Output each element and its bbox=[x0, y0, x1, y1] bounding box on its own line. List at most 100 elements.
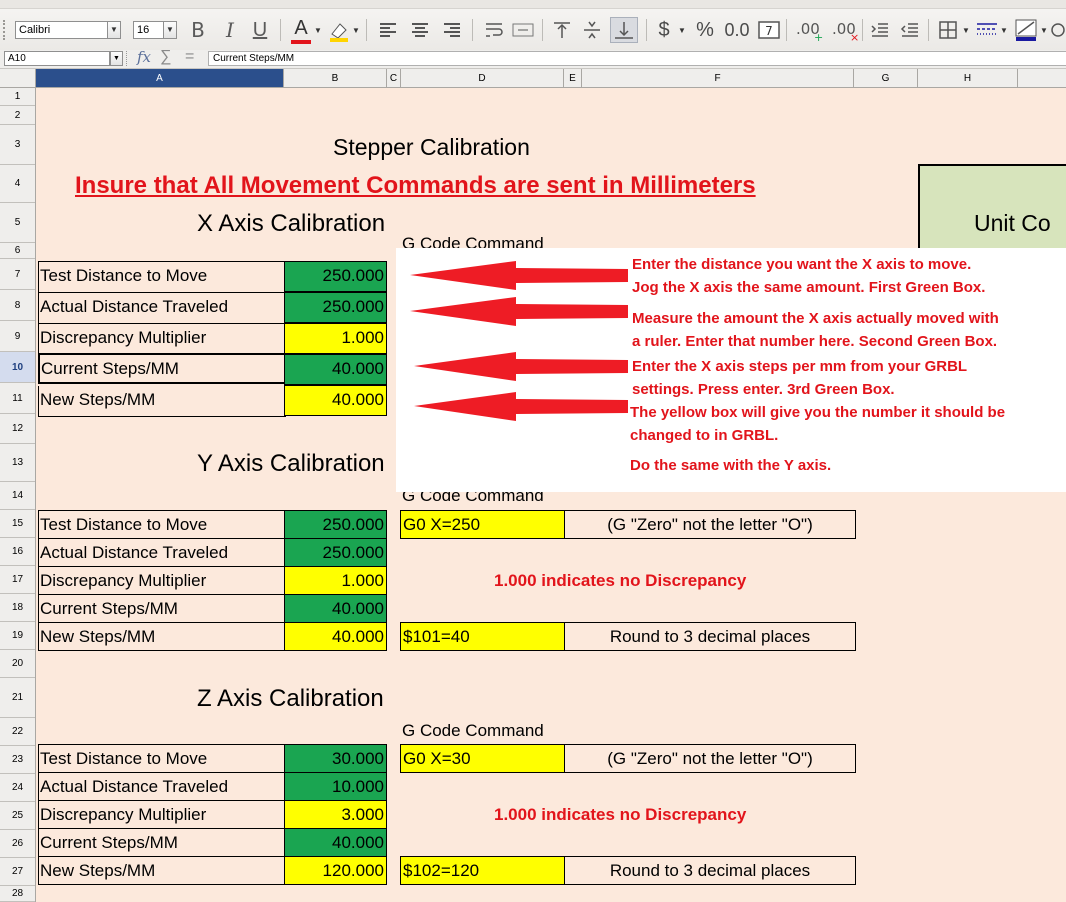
column-header-a[interactable]: A bbox=[36, 69, 284, 87]
x-test-distance-input[interactable]: 250.000 bbox=[284, 261, 387, 292]
y-new-steps-value[interactable]: 40.000 bbox=[284, 622, 387, 651]
column-header-e[interactable]: E bbox=[564, 69, 582, 87]
row-header[interactable]: 22 bbox=[0, 718, 35, 746]
z-label-current-steps[interactable]: Current Steps/MM bbox=[38, 829, 286, 857]
row-header[interactable]: 7 bbox=[0, 259, 35, 290]
outdent-icon[interactable] bbox=[900, 20, 920, 45]
instruction-callout-image[interactable]: Enter the distance you want the X axis t… bbox=[396, 248, 1066, 492]
align-bottom-icon[interactable] bbox=[610, 17, 638, 43]
row-header[interactable]: 26 bbox=[0, 830, 35, 858]
row-header[interactable]: 13 bbox=[0, 444, 35, 482]
highlight-dropdown-icon[interactable]: ▼ bbox=[352, 26, 360, 35]
x-new-steps-value[interactable]: 40.000 bbox=[284, 385, 387, 416]
align-top-icon[interactable] bbox=[552, 20, 572, 45]
z-test-distance-input[interactable]: 30.000 bbox=[284, 744, 387, 773]
border-color-dropdown-icon[interactable]: ▼ bbox=[1040, 26, 1048, 35]
font-color-dropdown-icon[interactable]: ▼ bbox=[314, 26, 322, 35]
z-new-steps-value[interactable]: 120.000 bbox=[284, 856, 387, 885]
row-header[interactable]: 17 bbox=[0, 566, 35, 594]
indent-icon[interactable] bbox=[870, 20, 890, 45]
y-label-actual-distance[interactable]: Actual Distance Traveled bbox=[38, 539, 286, 567]
x-current-steps-input[interactable]: 40.000 bbox=[284, 354, 387, 385]
formula-input[interactable]: Current Steps/MM bbox=[208, 51, 1066, 66]
align-right-icon[interactable] bbox=[442, 20, 462, 45]
y-current-steps-input[interactable]: 40.000 bbox=[284, 594, 387, 623]
column-header-b[interactable]: B bbox=[284, 69, 387, 87]
font-color-icon[interactable]: A bbox=[290, 16, 312, 40]
y-gcode-note[interactable]: (G "Zero" not the letter "O") bbox=[564, 510, 856, 539]
row-header[interactable]: 1 bbox=[0, 88, 35, 106]
percent-icon[interactable]: % bbox=[694, 18, 716, 42]
z-discrepancy-value[interactable]: 3.000 bbox=[284, 800, 387, 829]
date-icon[interactable]: 7 bbox=[758, 20, 780, 45]
y-actual-distance-input[interactable]: 250.000 bbox=[284, 538, 387, 567]
x-label-current-steps[interactable]: Current Steps/MM bbox=[38, 353, 286, 384]
borders-dropdown-icon[interactable]: ▼ bbox=[962, 26, 970, 35]
z-actual-distance-input[interactable]: 10.000 bbox=[284, 772, 387, 801]
border-style-icon[interactable] bbox=[976, 20, 998, 45]
bold-icon[interactable]: B bbox=[186, 18, 210, 42]
italic-icon[interactable]: I bbox=[218, 18, 242, 42]
font-name-dropdown-icon[interactable]: ▼ bbox=[107, 21, 121, 39]
sheet-grid[interactable]: Stepper Calibration Insure that All Move… bbox=[36, 88, 1066, 902]
row-header[interactable]: 12 bbox=[0, 414, 35, 444]
z-label-new-steps[interactable]: New Steps/MM bbox=[38, 857, 286, 885]
row-header[interactable]: 23 bbox=[0, 746, 35, 774]
name-box[interactable]: A10 bbox=[4, 51, 110, 66]
currency-dropdown-icon[interactable]: ▼ bbox=[678, 26, 686, 35]
borders-icon[interactable] bbox=[938, 20, 958, 45]
y-gcode-command[interactable]: G0 X=250 bbox=[400, 510, 565, 539]
z-label-discrepancy[interactable]: Discrepancy Multiplier bbox=[38, 801, 286, 829]
z-steps-command[interactable]: $102=120 bbox=[400, 856, 565, 885]
row-header[interactable]: 19 bbox=[0, 622, 35, 650]
column-header-d[interactable]: D bbox=[401, 69, 564, 87]
x-label-discrepancy[interactable]: Discrepancy Multiplier bbox=[38, 324, 286, 355]
row-header[interactable]: 21 bbox=[0, 678, 35, 718]
y-test-distance-input[interactable]: 250.000 bbox=[284, 510, 387, 539]
column-header-g[interactable]: G bbox=[854, 69, 918, 87]
align-center-icon[interactable] bbox=[410, 20, 430, 45]
font-name-combo[interactable]: Calibri bbox=[15, 21, 119, 39]
delete-decimal-icon[interactable]: .00 × bbox=[830, 18, 862, 47]
row-header[interactable]: 28 bbox=[0, 886, 35, 902]
highlight-icon[interactable] bbox=[328, 20, 350, 42]
z-current-steps-input[interactable]: 40.000 bbox=[284, 828, 387, 857]
z-gcode-command[interactable]: G0 X=30 bbox=[400, 744, 565, 773]
z-label-test-distance[interactable]: Test Distance to Move bbox=[38, 745, 286, 773]
x-actual-distance-input[interactable]: 250.000 bbox=[284, 292, 387, 323]
wrap-icon[interactable] bbox=[484, 20, 504, 45]
y-steps-command[interactable]: $101=40 bbox=[400, 622, 565, 651]
row-header[interactable]: 18 bbox=[0, 594, 35, 622]
row-header[interactable]: 27 bbox=[0, 858, 35, 886]
column-header-c[interactable]: C bbox=[387, 69, 401, 87]
toolbar-grip[interactable] bbox=[3, 20, 11, 40]
underline-icon[interactable]: U bbox=[248, 18, 272, 42]
row-header-selected[interactable]: 10 bbox=[0, 352, 35, 383]
row-header[interactable]: 4 bbox=[0, 165, 35, 203]
row-header[interactable]: 16 bbox=[0, 538, 35, 566]
row-header[interactable]: 20 bbox=[0, 650, 35, 678]
align-middle-icon[interactable] bbox=[582, 20, 602, 45]
z-label-actual-distance[interactable]: Actual Distance Traveled bbox=[38, 773, 286, 801]
name-box-dropdown-icon[interactable]: ▼ bbox=[110, 51, 123, 66]
select-all-corner[interactable] bbox=[0, 69, 36, 87]
row-header[interactable]: 9 bbox=[0, 321, 35, 352]
function-wizard-icon[interactable]: fx bbox=[137, 48, 151, 66]
x-label-new-steps[interactable]: New Steps/MM bbox=[38, 386, 286, 417]
number-format-icon[interactable]: 0.0 bbox=[722, 18, 752, 42]
row-header[interactable]: 11 bbox=[0, 383, 35, 414]
row-header[interactable]: 8 bbox=[0, 290, 35, 321]
row-header[interactable]: 25 bbox=[0, 802, 35, 830]
align-left-icon[interactable] bbox=[378, 20, 398, 45]
y-label-test-distance[interactable]: Test Distance to Move bbox=[38, 511, 286, 539]
font-size-dropdown-icon[interactable]: ▼ bbox=[163, 21, 177, 39]
z-gcode-note[interactable]: (G "Zero" not the letter "O") bbox=[564, 744, 856, 773]
row-header[interactable]: 3 bbox=[0, 125, 35, 165]
sum-icon[interactable]: ∑ bbox=[160, 48, 171, 66]
currency-icon[interactable]: $ bbox=[654, 18, 674, 42]
x-label-test-distance[interactable]: Test Distance to Move bbox=[38, 262, 286, 293]
row-header[interactable]: 14 bbox=[0, 482, 35, 510]
y-label-current-steps[interactable]: Current Steps/MM bbox=[38, 595, 286, 623]
row-header[interactable]: 24 bbox=[0, 774, 35, 802]
column-header-f[interactable]: F bbox=[582, 69, 854, 87]
